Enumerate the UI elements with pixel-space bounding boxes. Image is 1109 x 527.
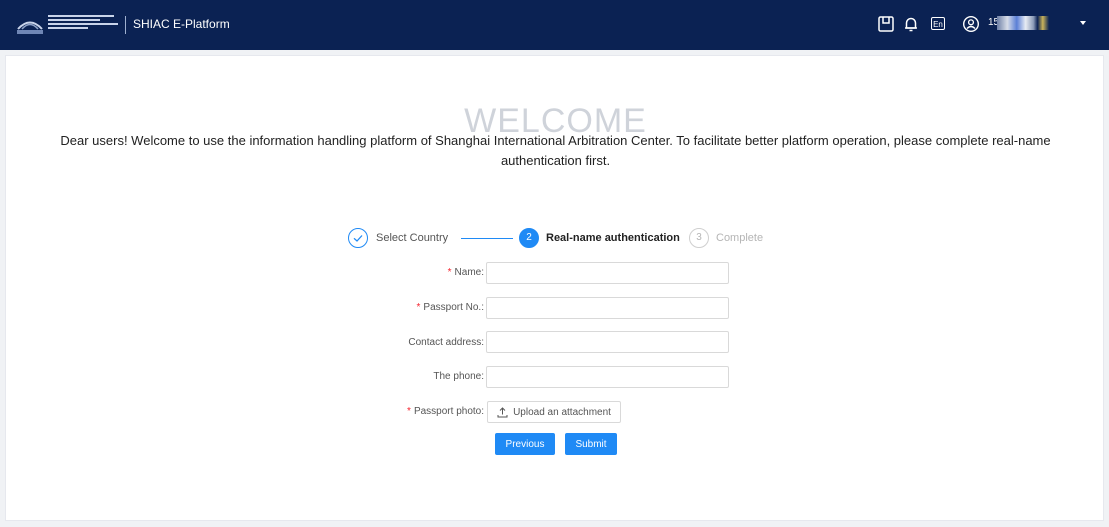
step-3-label: Complete	[716, 232, 764, 244]
logo-lettering	[48, 15, 120, 35]
upload-attachment-button[interactable]: Upload an attachment	[487, 401, 621, 423]
passport-no-label: * Passport No.:	[416, 302, 485, 313]
name-label: * Name:	[447, 267, 484, 278]
platform-name: SHIAC E-Platform	[133, 17, 230, 31]
name-input[interactable]	[486, 262, 729, 284]
case-box-icon[interactable]	[877, 15, 895, 33]
welcome-message: Dear users! Welcome to use the informati…	[60, 133, 1051, 168]
phone-input[interactable]	[486, 366, 729, 388]
top-header: SHIAC E-Platform En 15	[0, 0, 1109, 50]
shiac-logo[interactable]	[16, 13, 122, 37]
user-avatar-icon[interactable]	[962, 15, 980, 33]
upload-attachment-label: Upload an attachment	[513, 406, 611, 418]
bell-icon[interactable]	[902, 15, 920, 33]
step-connector-1	[461, 238, 513, 239]
step-2-label: Real-name authentication	[546, 232, 680, 244]
previous-button[interactable]: Previous	[495, 433, 555, 455]
contact-address-input[interactable]	[486, 331, 729, 353]
step-3-number: 3	[689, 228, 709, 248]
passport-photo-label: * Passport photo:	[407, 406, 484, 417]
phone-label: The phone:	[433, 371, 484, 382]
submit-button[interactable]: Submit	[565, 433, 617, 455]
header-divider	[125, 16, 126, 34]
step-1-check-icon	[348, 228, 368, 248]
user-id-redacted	[997, 16, 1049, 30]
upload-icon	[497, 406, 508, 417]
main-card: WELCOME Dear users! Welcome to use the i…	[5, 55, 1104, 521]
passport-no-input[interactable]	[486, 297, 729, 319]
step-2-number: 2	[519, 228, 539, 248]
language-switch-icon[interactable]: En	[931, 17, 945, 30]
logo-mark-icon	[17, 21, 43, 34]
contact-address-label: Contact address:	[408, 337, 484, 348]
step-1-label: Select Country	[376, 232, 449, 244]
user-menu-caret-icon[interactable]	[1080, 21, 1086, 25]
